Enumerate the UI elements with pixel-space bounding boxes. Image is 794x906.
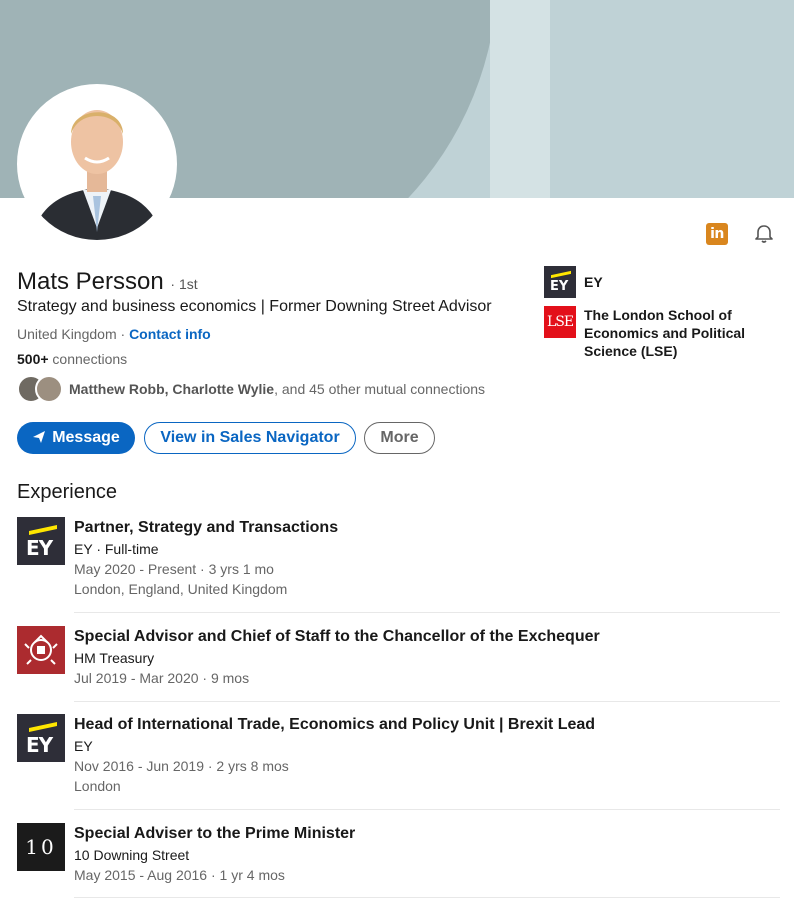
connection-degree: · 1st bbox=[170, 276, 198, 292]
ey-logo: EY bbox=[17, 517, 65, 565]
location-line: United Kingdom · Contact info bbox=[17, 326, 211, 342]
downing-street-logo: 10 bbox=[17, 823, 65, 871]
hm-treasury-crest-icon bbox=[17, 626, 65, 674]
mutual-connections[interactable]: Matthew Robb, Charlotte Wylie, and 45 ot… bbox=[17, 375, 485, 403]
experience-location: London bbox=[74, 778, 121, 794]
experience-dates: May 2020 - Present · 3 yrs 1 mo bbox=[74, 561, 274, 577]
view-sales-navigator-button[interactable]: View in Sales Navigator bbox=[144, 422, 356, 454]
divider bbox=[74, 897, 780, 898]
experience-company: EY bbox=[74, 738, 93, 754]
more-button[interactable]: More bbox=[364, 422, 435, 454]
education-school[interactable]: LSE The London School of Economics and P… bbox=[544, 306, 754, 360]
ey-logo: EY bbox=[17, 714, 65, 762]
message-label: Message bbox=[52, 429, 120, 446]
experience-heading: Experience bbox=[17, 481, 118, 503]
mutual-avatar bbox=[35, 375, 63, 403]
mutual-avatars bbox=[17, 375, 63, 403]
company-name: EY bbox=[584, 274, 603, 290]
connections-number: 500+ bbox=[17, 351, 49, 367]
experience-dates: Nov 2016 - Jun 2019 · 2 yrs 8 mos bbox=[74, 758, 289, 774]
experience-role: Head of International Trade, Economics a… bbox=[74, 716, 596, 733]
profile-location: United Kingdom · bbox=[17, 326, 130, 342]
divider bbox=[74, 809, 780, 810]
experience-role: Partner, Strategy and Transactions bbox=[74, 519, 339, 536]
linkedin-icon[interactable]: in bbox=[706, 223, 728, 245]
mutual-names: Matthew Robb, Charlotte Wylie bbox=[69, 381, 275, 397]
profile-name: Mats Persson bbox=[17, 268, 164, 295]
experience-role: Special Advisor and Chief of Staff to th… bbox=[74, 628, 600, 645]
contact-info-link[interactable]: Contact info bbox=[129, 326, 211, 342]
ey-logo: EY bbox=[544, 266, 576, 298]
lse-logo: LSE bbox=[544, 306, 576, 338]
experience-company: HM Treasury bbox=[74, 650, 155, 666]
experience-dates: Jul 2019 - Mar 2020 · 9 mos bbox=[74, 670, 250, 686]
connections-count[interactable]: 500+ connections bbox=[17, 351, 127, 367]
profile-name-line: Mats Persson · 1st bbox=[17, 268, 198, 296]
experience-location: London, England, United Kingdom bbox=[74, 581, 288, 597]
profile-photo[interactable] bbox=[17, 84, 177, 244]
experience-role: Special Adviser to the Prime Minister bbox=[74, 825, 356, 842]
profile-photo-image bbox=[21, 88, 173, 240]
school-name: The London School of Economics and Polit… bbox=[584, 307, 746, 359]
linkedin-glyph: in bbox=[710, 226, 724, 242]
banner-band bbox=[490, 0, 550, 198]
divider bbox=[74, 701, 780, 702]
connections-label: connections bbox=[48, 351, 128, 367]
bell-icon[interactable] bbox=[752, 222, 776, 246]
profile-headline: Strategy and business economics | Former… bbox=[17, 298, 492, 315]
experience-dates: May 2015 - Aug 2016 · 1 yr 4 mos bbox=[74, 867, 285, 883]
message-button[interactable]: Message bbox=[17, 422, 135, 454]
experience-company: 10 Downing Street bbox=[74, 847, 190, 863]
mutual-rest: , and 45 other mutual connections bbox=[274, 381, 486, 397]
divider bbox=[74, 612, 780, 613]
experience-company: EY · Full-time bbox=[74, 541, 159, 557]
current-company[interactable]: EY EY bbox=[544, 266, 754, 298]
send-icon bbox=[32, 430, 46, 447]
